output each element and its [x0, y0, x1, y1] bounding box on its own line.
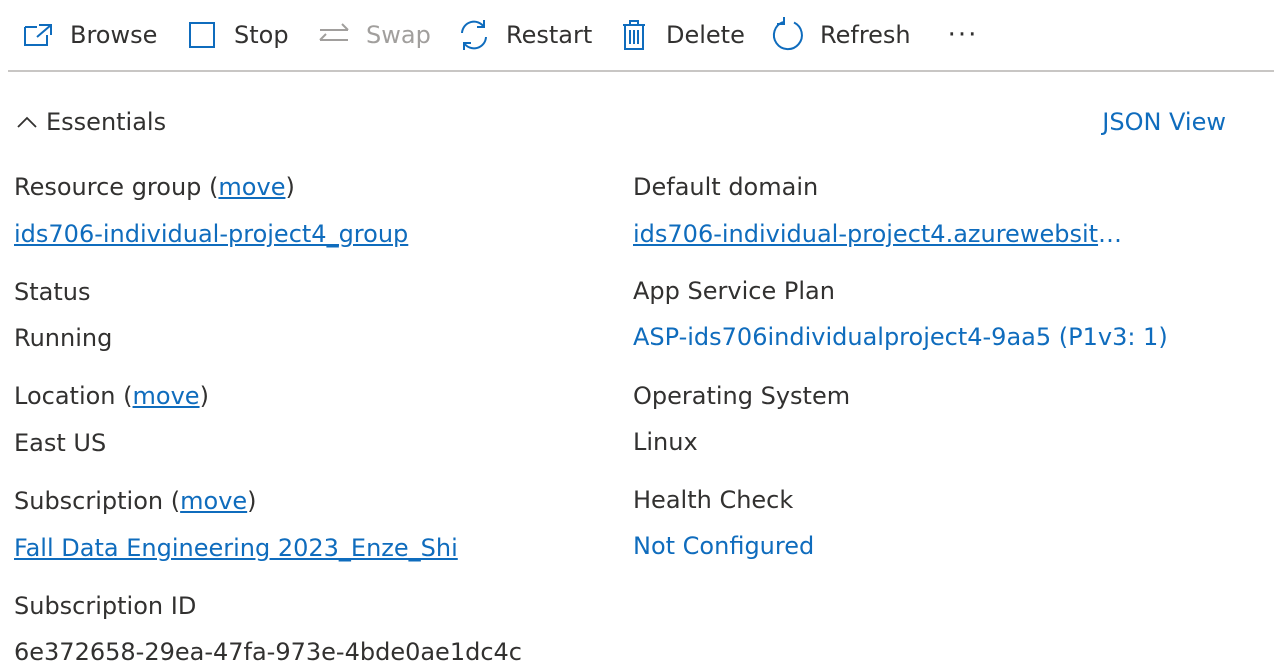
- essentials-title: Essentials: [46, 108, 167, 136]
- restart-label: Restart: [506, 21, 593, 49]
- subscription-value: Fall Data Engineering 2023_Enze_Shi: [14, 532, 458, 564]
- open-external-icon: [20, 17, 56, 53]
- resource-group-label: Resource group (move): [14, 171, 295, 203]
- app-service-plan-label: App Service Plan: [633, 277, 835, 305]
- paren-open: (: [170, 487, 181, 515]
- location-move-link[interactable]: move: [133, 382, 200, 410]
- default-domain-label: Default domain: [633, 173, 819, 201]
- health-check-link[interactable]: Not Configured: [633, 532, 814, 560]
- delete-label: Delete: [666, 21, 745, 49]
- stop-icon: [184, 17, 220, 53]
- location-label-text: Location: [14, 382, 116, 410]
- more-icon: ···: [947, 20, 979, 50]
- app-service-plan-value: ASP-ids706individualproject4-9aa5 (P1v3:…: [633, 321, 1168, 353]
- operating-system-label: Operating System: [633, 382, 851, 410]
- chevron-up-icon: [14, 109, 40, 135]
- essentials-toggle[interactable]: Essentials: [14, 104, 166, 140]
- paren-close: ): [247, 487, 257, 515]
- health-check-label: Health Check: [633, 486, 794, 514]
- browse-label: Browse: [70, 21, 158, 49]
- resource-group-move-link[interactable]: move: [218, 173, 285, 201]
- swap-icon: [316, 17, 352, 53]
- paren-open: (: [123, 382, 133, 410]
- refresh-icon: [770, 17, 806, 53]
- default-domain-value: ids706-individual-project4.azurewebsites…: [633, 218, 1123, 250]
- resource-group-value: ids706-individual-project4_group: [14, 218, 408, 250]
- refresh-label: Refresh: [820, 21, 911, 49]
- more-actions-button[interactable]: ···: [944, 14, 982, 56]
- default-domain-link[interactable]: ids706-individual-project4.azurewebsites…: [633, 218, 1123, 250]
- subscription-id-label: Subscription ID: [14, 592, 197, 620]
- restart-icon: [456, 17, 492, 53]
- health-check-value: Not Configured: [633, 530, 814, 562]
- json-view-link[interactable]: JSON View: [1102, 104, 1226, 140]
- subscription-link[interactable]: Fall Data Engineering 2023_Enze_Shi: [14, 534, 458, 562]
- status-label: Status: [14, 278, 91, 306]
- resource-group-link[interactable]: ids706-individual-project4_group: [14, 220, 408, 248]
- paren-close: ): [285, 173, 295, 201]
- app-service-plan-link[interactable]: ASP-ids706individualproject4-9aa5 (P1v3:…: [633, 323, 1168, 351]
- browse-button[interactable]: Browse: [20, 14, 157, 56]
- toolbar-divider: [8, 70, 1274, 72]
- subscription-label: Subscription (move): [14, 485, 257, 517]
- subscription-id-value: 6e372658-29ea-47fa-973e-4bde0ae1dc4c: [14, 638, 522, 666]
- stop-label: Stop: [234, 21, 289, 49]
- trash-icon: [616, 17, 652, 53]
- subscription-move-link[interactable]: move: [180, 487, 247, 515]
- refresh-button[interactable]: Refresh: [770, 14, 911, 56]
- subscription-label-text: Subscription: [14, 487, 164, 515]
- restart-button[interactable]: Restart: [456, 14, 592, 56]
- command-bar: Browse Stop Swap Restart Delete Refresh …: [0, 0, 1274, 70]
- swap-label: Swap: [366, 21, 431, 49]
- swap-button[interactable]: Swap: [316, 14, 431, 56]
- paren-close: ): [199, 382, 209, 410]
- location-label: Location (move): [14, 380, 209, 412]
- operating-system-value: Linux: [633, 428, 698, 456]
- status-value: Running: [14, 324, 113, 352]
- stop-button[interactable]: Stop: [184, 14, 289, 56]
- resource-group-label-text: Resource group: [14, 173, 202, 201]
- delete-button[interactable]: Delete: [616, 14, 745, 56]
- location-value: East US: [14, 429, 107, 457]
